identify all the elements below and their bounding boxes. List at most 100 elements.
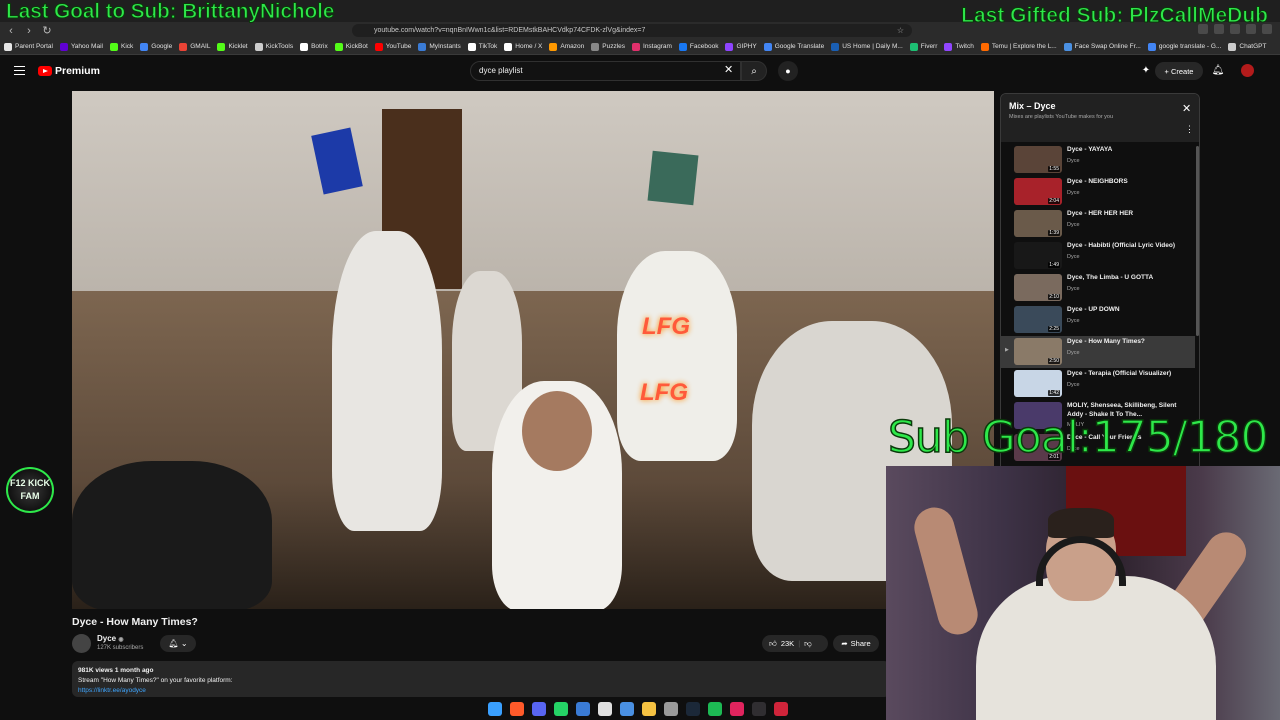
brave-icon[interactable] (510, 702, 524, 716)
playlist-item-thumbnail: 2:04 (1014, 178, 1062, 205)
voice-search-button[interactable]: ● (778, 61, 798, 81)
video-scene-tv (647, 150, 699, 206)
spotify-icon[interactable] (708, 702, 722, 716)
playlist-scrollbar[interactable] (1196, 146, 1199, 336)
search-icon: ⌕ (751, 65, 757, 77)
bookmark-item[interactable]: GIPHY (725, 42, 757, 51)
playlist-item[interactable]: 2:04 Dyce - NEIGHBORS Dyce (1001, 176, 1195, 208)
bookmark-item[interactable]: Yahoo Mail (59, 42, 103, 51)
now-playing-icon: ▶ (1005, 347, 1009, 353)
bookmark-item[interactable]: Google Translate (763, 42, 824, 51)
video-scene-wall (72, 91, 994, 311)
bookmark-item[interactable]: Instagram (632, 42, 672, 51)
bookmark-item[interactable]: Amazon (549, 42, 584, 51)
playlist-item-text: Dyce - How Many Times? Dyce (1067, 338, 1191, 357)
playlist-item[interactable]: 1:42 Dyce - Terapia (Official Visualizer)… (1001, 368, 1195, 400)
bookmark-item[interactable]: KickTools (254, 42, 293, 51)
bookmark-favicon-icon (217, 42, 226, 51)
whatsapp-icon[interactable] (554, 702, 568, 716)
playlist-item[interactable]: 2:10 Dyce, The Limba - U GOTTA Dyce (1001, 272, 1195, 304)
bookmark-item[interactable]: GMAIL (179, 42, 210, 51)
bookmark-item[interactable]: ChatGPT (1228, 42, 1266, 51)
description-link[interactable]: https://linktr.ee/ayodyce (78, 686, 884, 696)
channel-name[interactable]: Dyce ◉ (97, 634, 124, 643)
discord-icon[interactable] (532, 702, 546, 716)
back-icon[interactable]: ‹ (4, 24, 18, 38)
bookmark-label: GIPHY (736, 43, 757, 50)
account-avatar[interactable] (1241, 64, 1254, 77)
playlist-item-channel: Dyce (1067, 189, 1080, 196)
bookmark-favicon-icon (4, 42, 12, 51)
cast-icon[interactable]: ✦ (1140, 64, 1152, 76)
playlist-title[interactable]: Mix – Dyce (1009, 101, 1056, 111)
bookmark-item[interactable]: Puzzles (591, 42, 625, 51)
bell-icon: 🔔︎ (168, 639, 179, 648)
bookmark-item[interactable]: Twitch (944, 42, 974, 51)
bookmark-item[interactable]: Temu | Explore the L... (980, 42, 1057, 51)
youtube-logo[interactable]: Premium (38, 65, 100, 77)
bookmark-item[interactable]: Google (140, 42, 172, 51)
bookmark-item[interactable]: MyInstants (418, 42, 461, 51)
playlist-item[interactable]: ▶ 2:50 Dyce - How Many Times? Dyce (1001, 336, 1195, 368)
ruby-icon[interactable] (730, 702, 744, 716)
playlist-item-channel: Dyce (1067, 317, 1080, 324)
subscribed-bell-button[interactable]: 🔔︎ ⌄ (160, 635, 196, 652)
bookmark-item[interactable]: Fiverr (909, 42, 937, 51)
playlist-item[interactable]: 1:39 Dyce - HER HER HER Dyce (1001, 208, 1195, 240)
bookmark-item[interactable]: TikTok (467, 42, 497, 51)
video-person (332, 231, 442, 531)
like-count[interactable]: 23K (781, 639, 794, 648)
playlist-item-channel: Dyce (1067, 381, 1080, 388)
bookmark-item[interactable]: Face Swap Online Fr... (1063, 42, 1141, 51)
playlist-item[interactable]: 1:55 Dyce - YAYAYA Dyce (1001, 144, 1195, 176)
like-icon[interactable]: 👍︎ (769, 639, 777, 649)
bookmark-item[interactable]: US Home | Daily M... (831, 42, 903, 51)
duration-badge: 1:42 (1048, 390, 1060, 396)
folder-icon[interactable] (642, 702, 656, 716)
playlist-header: Mix – Dyce Mixes are playlists YouTube m… (1001, 94, 1199, 142)
bookmark-item[interactable]: Kick (109, 42, 133, 51)
steam-icon[interactable] (686, 702, 700, 716)
photos-icon[interactable] (620, 702, 634, 716)
video-player[interactable]: LFG LFG (72, 91, 994, 609)
bookmark-item[interactable]: Facebook (678, 42, 718, 51)
playlist-item[interactable]: 1:49 Dyce - Habibti (Official Lyric Video… (1001, 240, 1195, 272)
bookmark-item[interactable]: KickBot (334, 42, 368, 51)
notifications-bell-icon[interactable]: 🔔︎ (1212, 64, 1225, 76)
bookmark-item[interactable]: Parent Portal (4, 42, 53, 51)
settings-icon[interactable] (664, 702, 678, 716)
store-icon[interactable] (576, 702, 590, 716)
obs-icon[interactable] (752, 702, 766, 716)
bookmark-item[interactable]: google translate - G... (1147, 42, 1221, 51)
dislike-icon[interactable]: 👎︎ (804, 639, 812, 649)
address-bar[interactable]: youtube.com/watch?v=nqnBnIWwn1c&list=RDE… (352, 24, 912, 37)
bookmark-label: Instagram (643, 43, 672, 50)
playlist-item-thumbnail: 2:25 (1014, 306, 1062, 333)
bookmark-label: MyInstants (429, 43, 461, 50)
search-input[interactable]: dyce playlist (470, 61, 741, 81)
bookmark-item[interactable]: Home / X (504, 42, 542, 51)
description-box[interactable]: 981K views 1 month ago Stream "How Many … (72, 661, 890, 697)
like-divider: | (798, 639, 801, 648)
bookmark-favicon-icon (504, 42, 513, 51)
playlist-item[interactable]: 2:25 Dyce - UP DOWN Dyce (1001, 304, 1195, 336)
bookmark-item[interactable]: Botrix (300, 42, 328, 51)
share-button[interactable]: ➦ Share (833, 635, 879, 652)
bookmark-star-icon[interactable]: ☆ (897, 24, 904, 37)
bookmark-favicon-icon (1228, 42, 1237, 51)
clear-search-icon[interactable]: ✕ (724, 63, 733, 76)
close-playlist-icon[interactable]: ✕ (1182, 102, 1191, 115)
calendar-icon[interactable] (598, 702, 612, 716)
more-options-icon[interactable]: ⋮ (1185, 124, 1194, 135)
search-button[interactable]: ⌕ (741, 61, 767, 81)
pin-icon[interactable] (774, 702, 788, 716)
create-button[interactable]: + Create (1155, 62, 1203, 80)
menu-icon[interactable] (14, 66, 25, 75)
bookmark-favicon-icon (254, 42, 263, 51)
bookmark-item[interactable]: Kicklet (217, 42, 248, 51)
bookmark-item[interactable]: YouTube (374, 42, 411, 51)
channel-avatar[interactable] (72, 634, 91, 653)
forward-icon[interactable]: › (22, 24, 36, 38)
windows-icon[interactable] (488, 702, 502, 716)
reload-icon[interactable]: ↻ (40, 24, 54, 38)
